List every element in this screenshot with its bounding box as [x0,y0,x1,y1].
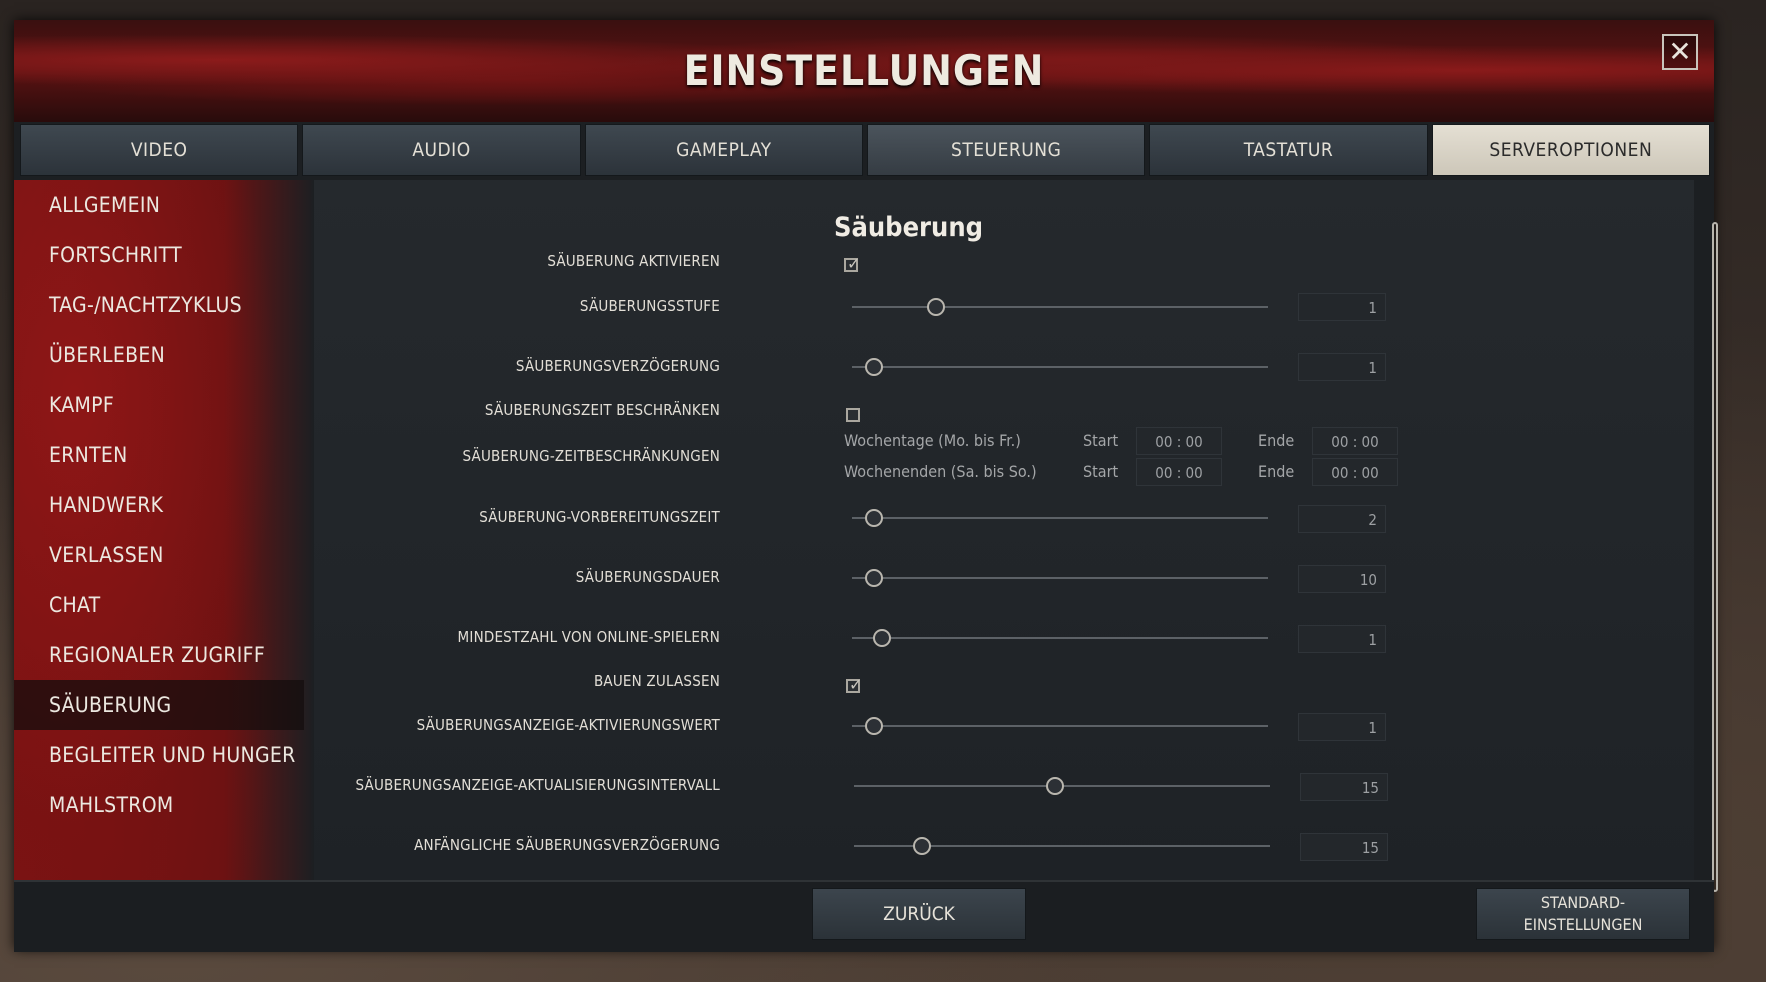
value-purge-level[interactable]: 1 [1298,293,1386,321]
label-initial-delay: ANFÄNGLICHE SÄUBERUNGSVERZÖGERUNG [414,836,720,854]
sidebar-item-begleiter-und-hunger[interactable]: BEGLEITER UND HUNGER [14,730,314,780]
sidebar-item-ueberleben[interactable]: ÜBERLEBEN [14,330,314,380]
label-min-players: MINDESTZAHL VON ONLINE-SPIELERN [457,628,720,646]
slider-meter-activation[interactable] [852,717,1268,735]
label-purge-prep: SÄUBERUNG-VORBEREITUNGSZEIT [479,508,720,526]
label-purge-enable: SÄUBERUNG AKTIVIEREN [547,252,720,270]
value-meter-interval[interactable]: 15 [1300,773,1388,801]
checkmark-icon: ✓ [847,254,861,273]
slider-thumb[interactable] [873,629,892,647]
slider-purge-level[interactable] [852,298,1268,316]
label-purge-duration: SÄUBERUNGSDAUER [575,568,720,586]
slider-meter-interval[interactable] [854,777,1270,795]
slider-purge-duration[interactable] [852,569,1268,587]
weekdays-label: Wochentage (Mo. bis Fr.) [844,431,1021,450]
checkmark-icon: ✓ [849,675,863,694]
slider-thumb[interactable] [864,717,883,735]
label-purge-delay: SÄUBERUNGSVERZÖGERUNG [515,357,720,375]
weekends-start-time[interactable]: 00 : 00 [1136,458,1222,486]
tab-steuerung[interactable]: STEUERUNG [866,124,1146,176]
back-button[interactable]: ZURÜCK [812,888,1026,940]
sidebar-item-mahlstrom[interactable]: MAHLSTROM [14,780,314,830]
label-purge-time-restrict: SÄUBERUNGSZEIT BESCHRÄNKEN [484,401,720,419]
weekdays-start-time[interactable]: 00 : 00 [1136,427,1222,455]
tab-gameplay[interactable]: GAMEPLAY [584,124,863,176]
slider-thumb[interactable] [864,358,883,376]
slider-min-players[interactable] [852,629,1268,647]
weekends-label: Wochenenden (Sa. bis So.) [844,462,1037,481]
weekdays-end-label: Ende [1258,431,1295,450]
label-allow-build: BAUEN ZULASSEN [593,672,720,690]
defaults-label-line2: EINSTELLUNGEN [1523,915,1643,934]
value-meter-activation[interactable]: 1 [1298,713,1386,741]
defaults-label-line1: STANDARD- [1540,893,1626,912]
tab-audio[interactable]: AUDIO [302,124,581,176]
window-header: EINSTELLUNGEN ✕ [14,20,1714,122]
value-purge-duration[interactable]: 10 [1298,565,1386,593]
value-purge-delay[interactable]: 1 [1298,353,1386,381]
label-meter-interval: SÄUBERUNGSANZEIGE-AKTUALISIERUNGSINTERVA… [355,776,720,794]
slider-purge-delay[interactable] [852,358,1268,376]
weekends-end-time[interactable]: 00 : 00 [1312,458,1398,486]
close-icon: ✕ [1668,35,1692,68]
tab-serveroptionen[interactable]: SERVEROPTIONEN [1431,124,1710,176]
sidebar-item-saeuberung[interactable]: SÄUBERUNG [14,680,304,730]
close-button[interactable]: ✕ [1662,34,1698,70]
slider-initial-delay[interactable] [854,837,1270,855]
sidebar-item-kampf[interactable]: KAMPF [14,380,314,430]
slider-thumb[interactable] [864,509,883,527]
sidebar-item-regionaler-zugriff[interactable]: REGIONALER ZUGRIFF [14,630,314,680]
tab-video[interactable]: VIDEO [20,124,299,176]
slider-thumb[interactable] [864,569,883,587]
content-scrollbar[interactable] [1712,222,1718,892]
category-sidebar: ALLGEMEIN FORTSCHRITT TAG-/NACHTZYKLUS Ü… [14,180,314,900]
weekdays-end-time[interactable]: 00 : 00 [1312,427,1398,455]
checkbox-purge-time-restrict[interactable] [846,408,860,422]
tab-tastatur[interactable]: TASTATUR [1149,124,1428,176]
value-initial-delay[interactable]: 15 [1300,833,1388,861]
settings-window: EINSTELLUNGEN ✕ VIDEO AUDIO GAMEPLAY STE… [14,20,1718,950]
slider-thumb[interactable] [1045,777,1064,795]
value-purge-prep[interactable]: 2 [1298,505,1386,533]
tab-bar: VIDEO AUDIO GAMEPLAY STEUERUNG TASTATUR … [20,124,1710,176]
defaults-button[interactable]: STANDARD- EINSTELLUNGEN [1476,888,1690,940]
value-min-players[interactable]: 1 [1298,625,1386,653]
slider-purge-prep[interactable] [852,509,1268,527]
weekends-start-label: Start [1083,462,1119,481]
label-purge-time-limits: SÄUBERUNG-ZEITBESCHRÄNKUNGEN [462,447,720,465]
sidebar-item-allgemein[interactable]: ALLGEMEIN [14,180,314,230]
sidebar-item-chat[interactable]: CHAT [14,580,314,630]
window-title: EINSTELLUNGEN [683,46,1045,95]
checkbox-purge-enable[interactable]: ✓ [844,254,860,273]
sidebar-item-handwerk[interactable]: HANDWERK [14,480,314,530]
section-title: Säuberung [834,212,984,243]
weekends-end-label: Ende [1258,462,1295,481]
label-purge-level: SÄUBERUNGSSTUFE [579,297,720,315]
sidebar-item-fortschritt[interactable]: FORTSCHRITT [14,230,314,280]
sidebar-item-verlassen[interactable]: VERLASSEN [14,530,314,580]
sidebar-item-ernten[interactable]: ERNTEN [14,430,314,480]
weekdays-start-label: Start [1083,431,1119,450]
checkbox-allow-build[interactable]: ✓ [846,675,862,694]
sidebar-item-tag-nachtzyklus[interactable]: TAG-/NACHTZYKLUS [14,280,314,330]
label-meter-activation: SÄUBERUNGSANZEIGE-AKTIVIERUNGSWERT [416,716,720,734]
slider-thumb[interactable] [912,837,931,855]
